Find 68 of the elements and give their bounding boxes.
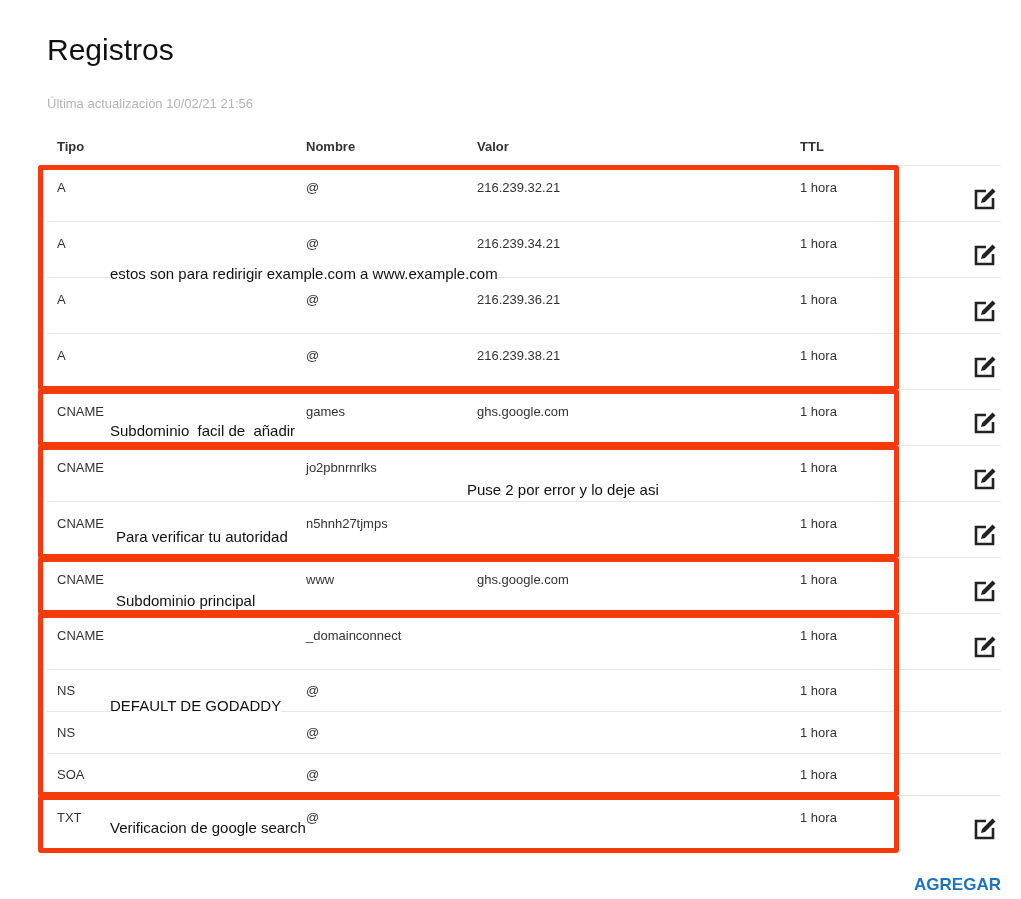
edit-icon[interactable]: [973, 817, 997, 841]
annotation-text: Subdominio facil de añadir: [110, 422, 296, 439]
table-cell: A: [57, 348, 66, 363]
edit-icon[interactable]: [973, 299, 997, 323]
table-cell: A: [57, 236, 66, 251]
table-cell: www: [306, 572, 335, 587]
table-cell: @: [306, 725, 320, 740]
type-column-header: Tipo: [57, 138, 85, 154]
table-cell: NS: [57, 683, 76, 698]
table-cell: CNAME: [57, 628, 104, 643]
edit-icon[interactable]: [973, 411, 997, 435]
table-cell: 1 hora: [800, 180, 837, 195]
annotation-text: Verificacion de google search: [110, 819, 306, 836]
table-cell: 1 hora: [800, 404, 837, 419]
table-cell: @: [306, 348, 320, 363]
table-cell: 1 hora: [800, 236, 837, 251]
table-cell: CNAME: [57, 404, 104, 419]
table-cell: ghs.google.com: [477, 404, 569, 419]
table-cell: 216.239.34.21: [477, 236, 561, 251]
table-cell: 1 hora: [800, 683, 837, 698]
add-button[interactable]: AGREGAR: [914, 875, 1001, 895]
table-cell: _domainconnect: [306, 628, 402, 643]
table-cell: 216.239.32.21: [477, 180, 561, 195]
edit-icon[interactable]: [973, 467, 997, 491]
table-cell: TXT: [57, 810, 82, 825]
table-cell: games: [306, 404, 346, 419]
table-cell: 216.239.38.21: [477, 348, 561, 363]
ttl-column-header: TTL: [800, 138, 824, 154]
table-cell: 1 hora: [800, 628, 837, 643]
table-cell: 1 hora: [800, 516, 837, 531]
annotation-text: Para verificar tu autoridad: [116, 528, 288, 545]
edit-icon[interactable]: [973, 579, 997, 603]
last-updated-text: Última actualización 10/02/21 21:56: [47, 96, 254, 111]
table-cell: CNAME: [57, 460, 104, 475]
annotation-text: Subdominio principal: [116, 592, 256, 609]
table-cell: 1 hora: [800, 725, 837, 740]
table-cell: 1 hora: [800, 810, 837, 825]
table-cell: @: [306, 767, 320, 782]
annotation-text: Puse 2 por error y lo deje asi: [467, 481, 659, 498]
table-cell: 1 hora: [800, 460, 837, 475]
table-cell: 1 hora: [800, 572, 837, 587]
table-cell: A: [57, 292, 66, 307]
table-cell: @: [306, 292, 320, 307]
table-cell: @: [306, 810, 320, 825]
edit-icon[interactable]: [973, 243, 997, 267]
table-cell: n5hnh27tjmps: [306, 516, 388, 531]
table-cell: 1 hora: [800, 767, 837, 782]
table-cell: @: [306, 236, 320, 251]
table-cell: 1 hora: [800, 348, 837, 363]
page-title: Registros: [47, 32, 175, 68]
edit-icon[interactable]: [973, 523, 997, 547]
edit-icon[interactable]: [973, 187, 997, 211]
value-column-header: Valor: [477, 138, 509, 154]
table-cell: 216.239.36.21: [477, 292, 561, 307]
table-cell: CNAME: [57, 516, 104, 531]
table-cell: CNAME: [57, 572, 104, 587]
edit-icon[interactable]: [973, 355, 997, 379]
table-cell: ghs.google.com: [477, 572, 569, 587]
table-cell: 1 hora: [800, 292, 837, 307]
table-cell: A: [57, 180, 66, 195]
table-cell: SOA: [57, 767, 85, 782]
name-column-header: Nombre: [306, 138, 356, 154]
table-cell: NS: [57, 725, 76, 740]
table-cell: @: [306, 683, 320, 698]
edit-icon[interactable]: [973, 635, 997, 659]
table-cell: jo2pbnrnrlks: [306, 460, 377, 475]
annotation-text: estos son para redirigir example.com a www.example.com: [110, 265, 498, 282]
table-cell: @: [306, 180, 320, 195]
